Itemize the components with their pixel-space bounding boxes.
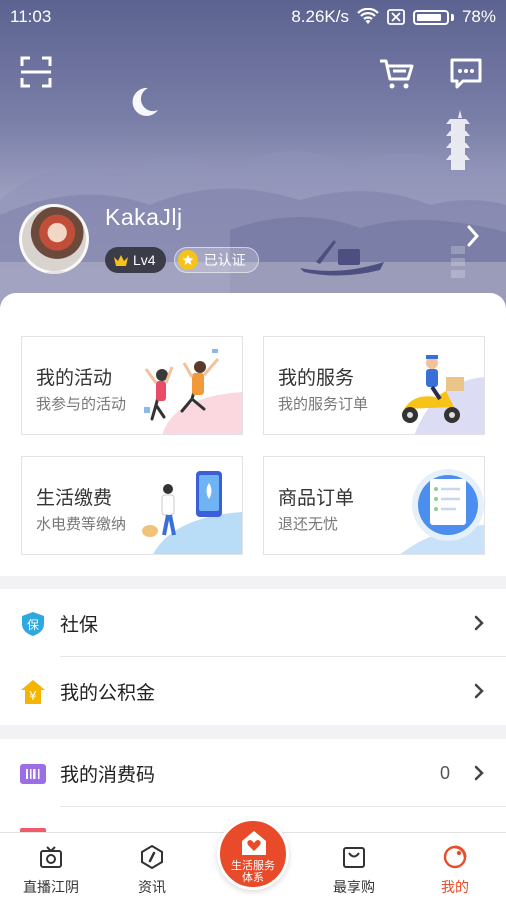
shield-icon-text: 保 [27, 618, 39, 632]
verified-badge: 已认证 [173, 247, 259, 273]
card-subtitle: 退还无忧 [278, 516, 339, 533]
phone-payment-illustration [142, 471, 242, 554]
center-label-line2: 体系 [242, 872, 264, 884]
consumption-code-count: 0 [439, 762, 450, 783]
status-bar: 11:03 8.26K/s 78% [0, 0, 506, 34]
barcode-ticket-icon [20, 764, 46, 784]
card-my-services[interactable]: 我的服务 我的服务订单 [263, 336, 485, 435]
profile-summary[interactable]: KakaJlj Lv4 已认证 [19, 204, 259, 274]
center-button-label: 生活服务 体系 [220, 860, 286, 884]
card-product-orders[interactable]: 商品订单 退还无忧 [263, 456, 485, 555]
verified-text: 已认证 [203, 252, 246, 268]
avatar[interactable] [19, 204, 89, 274]
card-my-activities[interactable]: 我的活动 我参与的活动 [21, 336, 243, 435]
profile-circle-icon [443, 845, 467, 869]
card-title: 生活缴费 [36, 488, 113, 509]
list-label: 我的公积金 [60, 682, 156, 704]
people-celebrating-illustration [144, 349, 242, 434]
nav-item-shopping[interactable]: 最享购 [309, 833, 399, 900]
sim-card-off-icon [387, 9, 405, 25]
chevron-right-icon [474, 683, 484, 699]
life-service-center-button[interactable]: 生活服务 体系 [217, 818, 289, 890]
card-title: 我的服务 [278, 368, 355, 389]
username: KakaJlj [105, 204, 183, 230]
crown-icon [114, 254, 128, 266]
list-group-benefits: 保 社保 ¥ 我的公积金 [0, 589, 506, 725]
network-speed: 8.26K/s [291, 7, 349, 26]
shield-icon: 保 [22, 612, 44, 636]
card-subtitle: 我参与的活动 [36, 396, 127, 413]
nav-item-live[interactable]: 直播江阴 [6, 833, 96, 900]
status-time: 11:03 [10, 7, 52, 26]
delivery-scooter-illustration [402, 355, 484, 434]
house-heart-icon [242, 831, 266, 855]
nav-item-mine[interactable]: 我的 [410, 833, 500, 900]
nav-item-news[interactable]: 资讯 [107, 833, 197, 900]
live-tv-icon [40, 846, 62, 868]
level-badge: Lv4 [105, 247, 166, 273]
house-coin-icon-text: ¥ [29, 689, 37, 703]
nav-label: 资讯 [138, 879, 166, 895]
nav-label: 直播江阴 [23, 879, 79, 895]
profile-header: 11:03 8.26K/s 78% KakaJlj Lv4 已认证 [0, 0, 506, 320]
chevron-right-icon [474, 615, 484, 631]
message-icon[interactable] [446, 54, 486, 94]
list-label: 社保 [60, 614, 99, 636]
compass-icon [141, 845, 163, 869]
center-label-line1: 生活服务 [231, 860, 275, 872]
list-item-consumption-code[interactable]: 我的消费码 0 [0, 739, 506, 807]
chevron-right-icon[interactable] [466, 224, 480, 248]
shopping-bag-icon [343, 847, 365, 868]
list-item-housing-fund[interactable]: ¥ 我的公积金 [0, 657, 506, 725]
battery-percent: 78% [461, 7, 496, 26]
card-title: 商品订单 [278, 488, 355, 509]
list-item-social-security[interactable]: 保 社保 [0, 589, 506, 657]
wifi-icon [357, 8, 379, 24]
battery-tip [450, 13, 454, 21]
cart-icon[interactable] [376, 54, 416, 94]
order-document-illustration [400, 469, 484, 554]
chevron-right-icon [474, 765, 484, 781]
level-text: Lv4 [133, 252, 156, 268]
scan-icon[interactable] [16, 52, 56, 92]
battery-icon [412, 9, 449, 25]
service-cards-panel: 我的活动 我参与的活动 我的服务 我的服务订单 生活缴费 水电费等缴纳 商品订单… [0, 293, 506, 576]
card-subtitle: 我的服务订单 [278, 396, 369, 413]
house-coin-icon: ¥ [21, 680, 45, 704]
star-icon [177, 250, 198, 270]
card-subtitle: 水电费等缴纳 [36, 516, 127, 533]
divider [60, 806, 506, 807]
nav-label: 最享购 [333, 879, 375, 895]
card-life-payment[interactable]: 生活缴费 水电费等缴纳 [21, 456, 243, 555]
nav-label: 我的 [441, 879, 469, 895]
list-label: 我的消费码 [60, 764, 156, 786]
card-title: 我的活动 [36, 368, 113, 389]
